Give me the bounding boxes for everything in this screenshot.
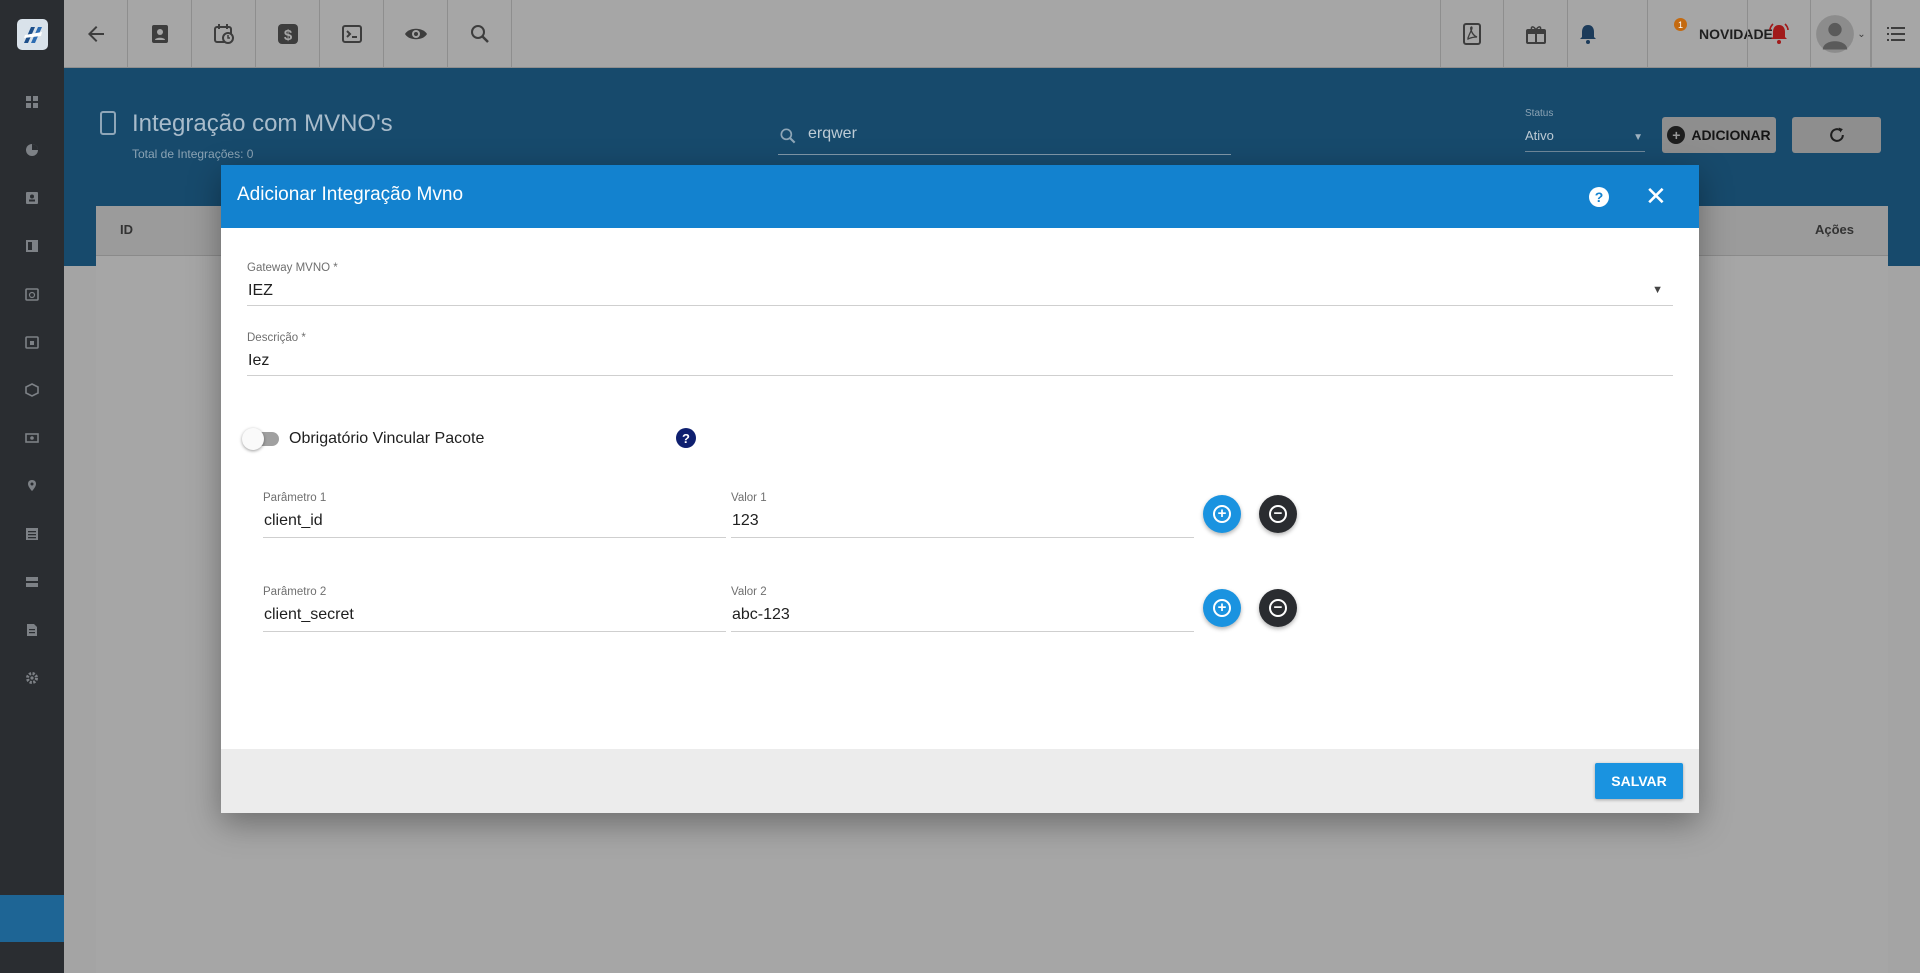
pdf-button[interactable]: [1440, 0, 1504, 68]
top-toolbar: $ 1 NOVIDADES ⌄: [64, 0, 1920, 68]
dialog-footer: SALVAR: [221, 749, 1699, 813]
add-button[interactable]: + ADICIONAR: [1662, 117, 1776, 153]
contact-card-button[interactable]: [128, 0, 192, 68]
board-icon[interactable]: [22, 236, 42, 256]
remove-param-button[interactable]: −: [1259, 589, 1297, 627]
location-icon[interactable]: [22, 476, 42, 496]
param-1-field[interactable]: Parâmetro 1 client_id: [263, 492, 726, 538]
settings-icon[interactable]: [22, 668, 42, 688]
dialog-title: Adicionar Integração Mvno: [237, 184, 464, 205]
pie-chart-icon[interactable]: [22, 140, 42, 160]
add-button-label: ADICIONAR: [1691, 127, 1771, 143]
add-param-button[interactable]: +: [1203, 589, 1241, 627]
dialog-header: Adicionar Integração Mvno ? ✕: [221, 165, 1699, 228]
gateway-mvno-select[interactable]: Gateway MVNO * IEZ ▼: [247, 262, 1673, 306]
package-icon[interactable]: [22, 380, 42, 400]
save-button[interactable]: SALVAR: [1595, 763, 1683, 799]
chevron-down-icon: ⌄: [1857, 28, 1866, 40]
column-id[interactable]: ID: [120, 222, 133, 237]
server-icon[interactable]: [22, 572, 42, 592]
valor-1-label: Valor 1: [731, 492, 767, 504]
valor-2-label: Valor 2: [731, 586, 767, 598]
valor-1-field[interactable]: Valor 1 123: [731, 492, 1194, 538]
valor-2-input[interactable]: abc-123: [732, 606, 790, 624]
page-title: Integração com MVNO's: [132, 110, 393, 137]
gateway-label: Gateway MVNO *: [247, 262, 338, 274]
descricao-field[interactable]: Descrição * Iez: [247, 332, 1673, 376]
add-param-button[interactable]: +: [1203, 495, 1241, 533]
document-icon[interactable]: [22, 620, 42, 640]
user-avatar-menu[interactable]: ⌄: [1811, 0, 1871, 68]
dashboard-icon[interactable]: [22, 92, 42, 112]
search-button[interactable]: [448, 0, 512, 68]
status-select[interactable]: Ativo ▼: [1525, 128, 1645, 152]
plus-circle-icon: +: [1213, 505, 1231, 523]
sidebar-active-indicator: [0, 895, 64, 942]
chevron-down-icon: ▼: [1633, 132, 1643, 143]
list-icon[interactable]: [22, 524, 42, 544]
mobile-phone-icon: [100, 111, 116, 135]
gateway-value: IEZ: [248, 282, 273, 299]
remove-param-button[interactable]: −: [1259, 495, 1297, 533]
status-label: Status: [1525, 108, 1554, 119]
gift-button[interactable]: [1504, 0, 1568, 68]
menu-list-button[interactable]: [1871, 0, 1920, 68]
schedule-icon[interactable]: [22, 284, 42, 304]
eye-icon-button[interactable]: [384, 0, 448, 68]
money-icon[interactable]: [22, 428, 42, 448]
calendar-clock-button[interactable]: [192, 0, 256, 68]
column-actions: Ações: [1814, 222, 1854, 237]
alarm-bell-icon[interactable]: [1747, 0, 1811, 68]
add-integration-dialog: Adicionar Integração Mvno ? ✕ Gateway MV…: [221, 165, 1699, 813]
status-selected-value: Ativo: [1525, 128, 1554, 143]
param-1-label: Parâmetro 1: [263, 492, 327, 504]
help-icon[interactable]: ?: [676, 428, 696, 448]
plus-circle-icon: +: [1213, 599, 1231, 617]
integration-count: Total de Integrações: 0: [132, 147, 254, 161]
param-2-label: Parâmetro 2: [263, 586, 327, 598]
help-icon[interactable]: ?: [1589, 187, 1609, 207]
toggle-knob: [242, 428, 264, 450]
terminal-button[interactable]: [320, 0, 384, 68]
search-input[interactable]: erqwer: [808, 125, 857, 143]
billing-button[interactable]: $: [256, 0, 320, 68]
param-2-field[interactable]: Parâmetro 2 client_secret: [263, 586, 726, 632]
search-field[interactable]: erqwer: [778, 122, 1231, 155]
refresh-icon: [1829, 127, 1844, 142]
close-icon[interactable]: ✕: [1645, 183, 1667, 209]
chevron-down-icon: ▼: [1652, 284, 1663, 296]
minus-circle-icon: −: [1269, 505, 1287, 523]
svg-text:$: $: [283, 27, 292, 44]
search-icon: [778, 126, 798, 151]
notifications-bell-button[interactable]: [1568, 0, 1648, 68]
refresh-button[interactable]: [1792, 117, 1881, 153]
add-circle-icon: +: [1667, 126, 1686, 144]
vincular-pacote-toggle[interactable]: [242, 428, 279, 450]
valor-2-field[interactable]: Valor 2 abc-123: [731, 586, 1194, 632]
left-sidebar: [0, 0, 64, 973]
descricao-input[interactable]: Iez: [248, 352, 269, 370]
toggle-label: Obrigatório Vincular Pacote: [289, 430, 485, 447]
contacts-icon[interactable]: [22, 188, 42, 208]
param-1-input[interactable]: client_id: [264, 512, 323, 530]
minus-circle-icon: −: [1269, 599, 1287, 617]
notification-badge: 1: [1674, 18, 1687, 31]
valor-1-input[interactable]: 123: [732, 512, 759, 530]
app-logo[interactable]: [17, 19, 48, 50]
param-2-input[interactable]: client_secret: [264, 606, 354, 624]
descricao-label: Descrição *: [247, 332, 306, 344]
calendar-icon[interactable]: [22, 332, 42, 352]
back-button[interactable]: [64, 0, 128, 68]
